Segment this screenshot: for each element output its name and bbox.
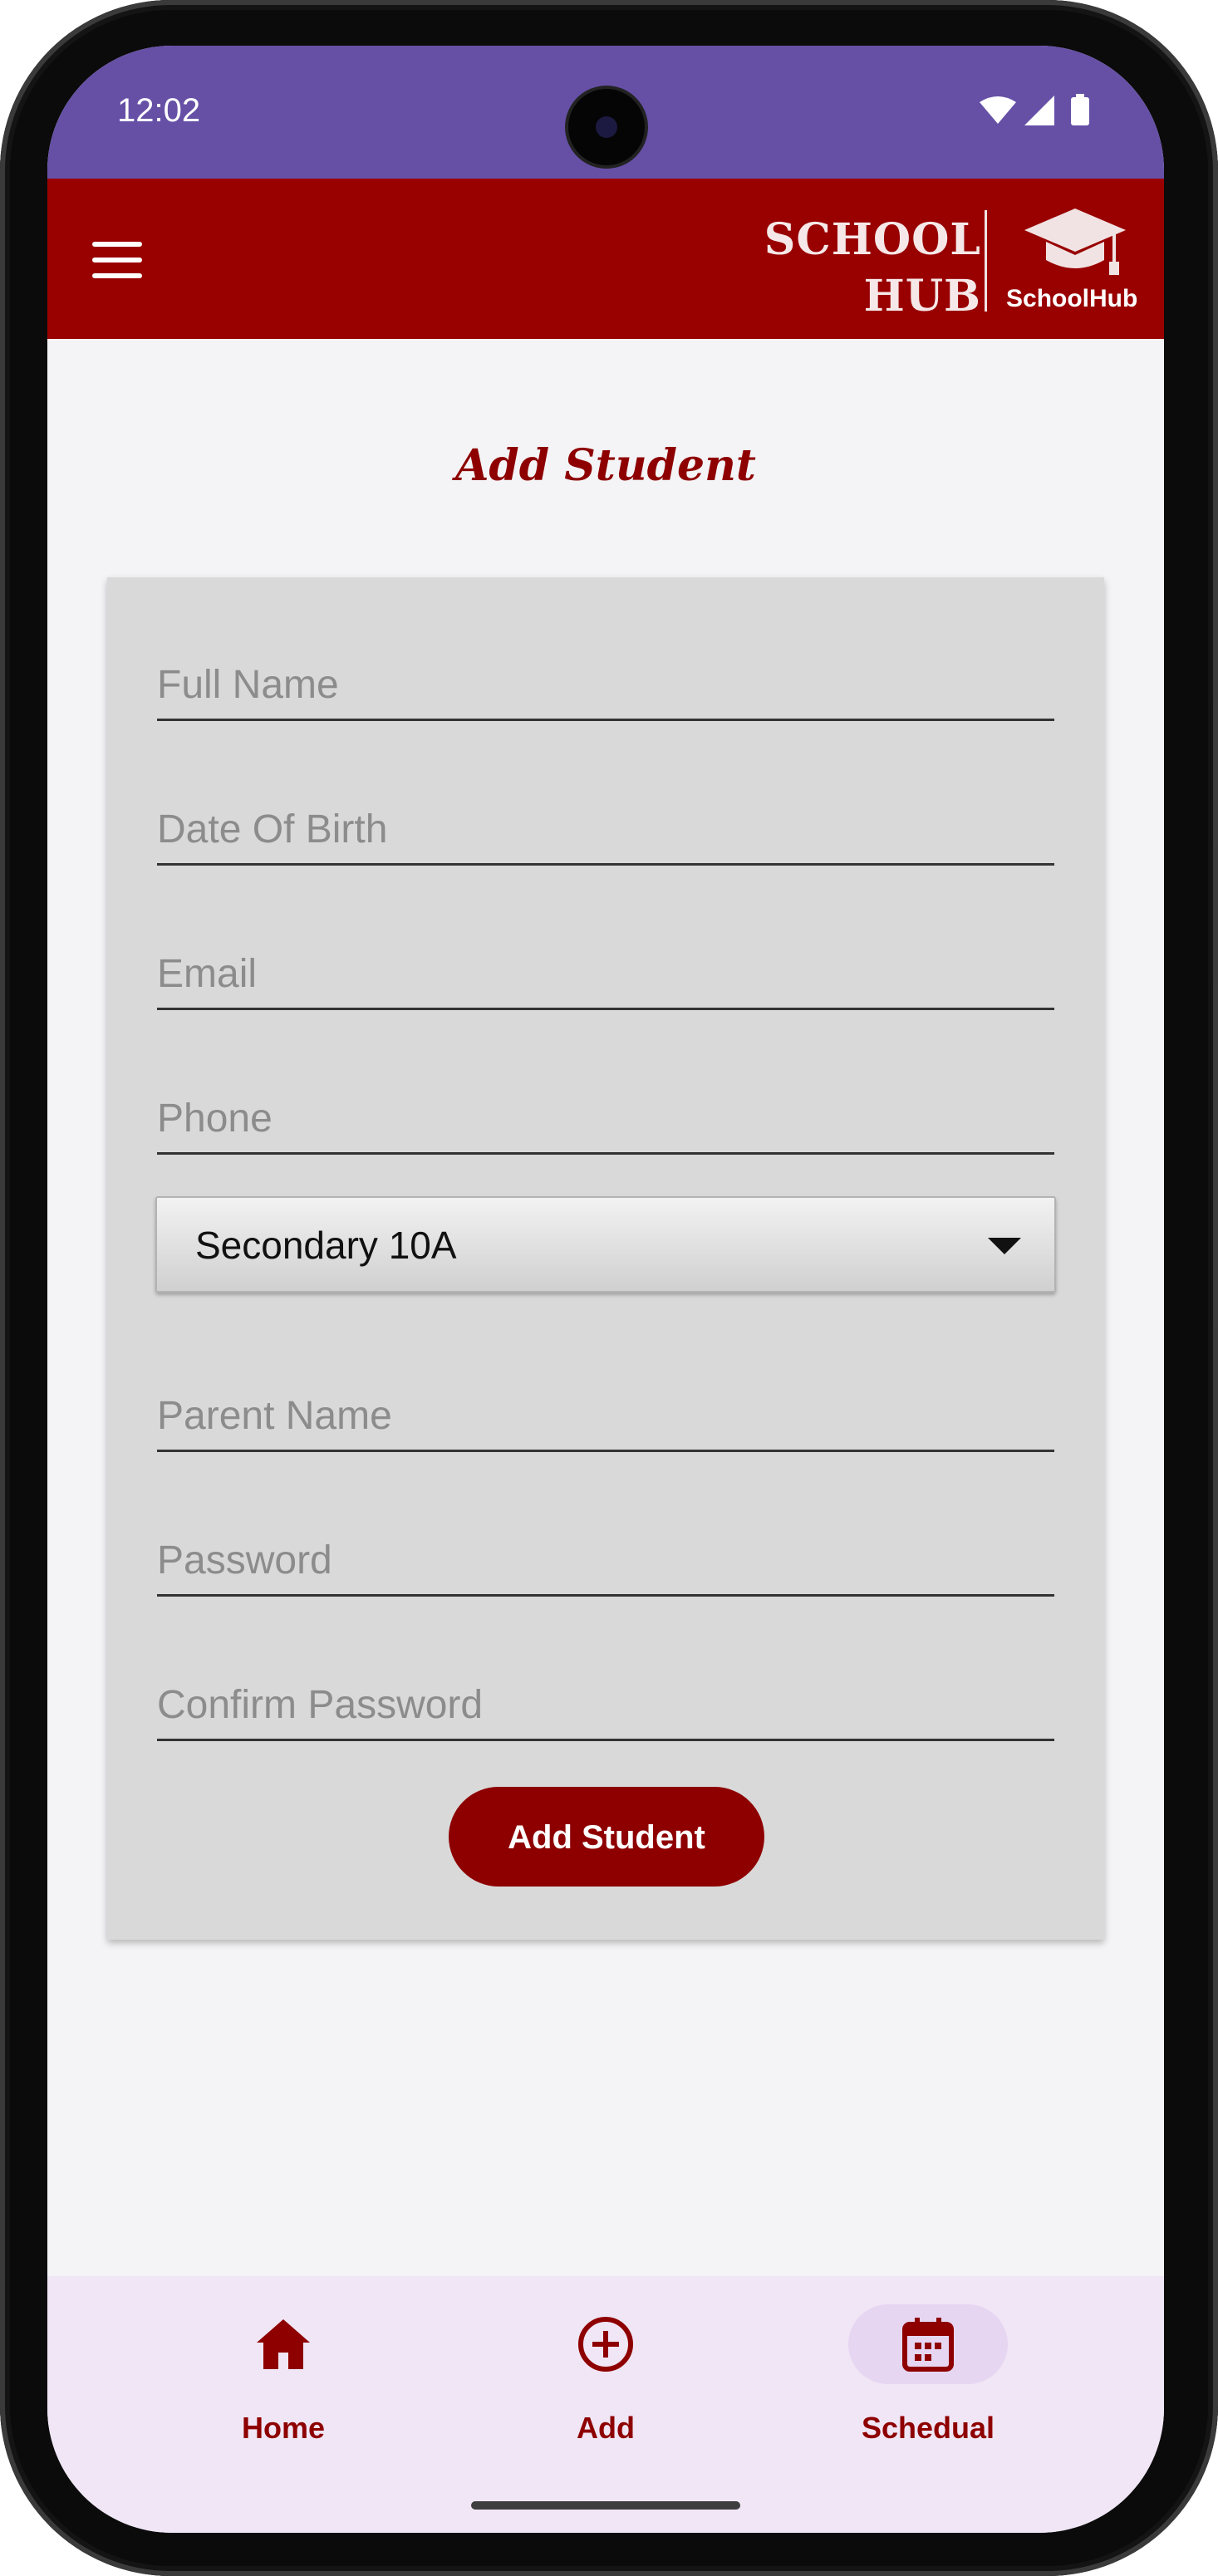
nav-label-schedual: Schedual (861, 2411, 995, 2445)
nav-icon-container (204, 2304, 363, 2384)
status-time: 12:02 (117, 92, 201, 129)
nav-label-add: Add (577, 2411, 635, 2445)
parent-name-field[interactable]: Parent Name (157, 1383, 1054, 1452)
class-select[interactable]: Secondary 10A (155, 1196, 1056, 1293)
brand-title: SCHOOL HUB (764, 212, 981, 325)
power-button (1213, 698, 1218, 847)
app-bar: SCHOOL HUB SchoolHub (47, 179, 1164, 339)
logo-text: SchoolHub (1006, 285, 1138, 312)
volume-button (1213, 980, 1218, 1329)
phone-frame: 12:02 SCHOOL HUB SchoolHub Add Student F… (0, 0, 1218, 2576)
add-student-form: Full Name Date Of Birth Email Phone Seco… (107, 577, 1104, 1940)
brand-line1: SCHOOL (764, 214, 981, 265)
status-bar: 12:02 (47, 46, 1164, 179)
nav-label-home: Home (241, 2411, 326, 2445)
graduation-cap-icon (1024, 209, 1126, 275)
full-name-field[interactable]: Full Name (157, 652, 1054, 721)
password-field[interactable]: Password (157, 1528, 1054, 1597)
phone-field[interactable]: Phone (157, 1086, 1054, 1155)
confirm-password-field[interactable]: Confirm Password (157, 1672, 1054, 1741)
brand-divider (985, 210, 987, 312)
status-icons (980, 94, 1089, 125)
home-icon (257, 2319, 310, 2369)
class-select-value: Secondary 10A (195, 1224, 457, 1267)
nav-active-indicator (848, 2304, 1008, 2384)
battery-icon (1071, 97, 1089, 125)
bottom-navigation: Home Add Schedual (47, 2276, 1164, 2533)
home-indicator[interactable] (471, 2501, 740, 2510)
front-camera (568, 89, 645, 165)
brand-line2: HUB (863, 271, 981, 321)
date-of-birth-field[interactable]: Date Of Birth (157, 797, 1054, 866)
email-field[interactable]: Email (157, 941, 1054, 1010)
menu-icon[interactable] (92, 242, 142, 278)
screen: 12:02 SCHOOL HUB SchoolHub Add Student F… (47, 46, 1164, 2533)
signal-icon (1024, 96, 1054, 125)
nav-icon-container (526, 2304, 685, 2384)
add-student-button[interactable]: Add Student (449, 1787, 764, 1887)
wifi-icon (980, 96, 1016, 124)
page-title: Add Student (455, 440, 756, 491)
dropdown-arrow-icon (988, 1238, 1021, 1254)
calendar-icon (902, 2318, 954, 2372)
add-circle-icon (578, 2317, 633, 2372)
